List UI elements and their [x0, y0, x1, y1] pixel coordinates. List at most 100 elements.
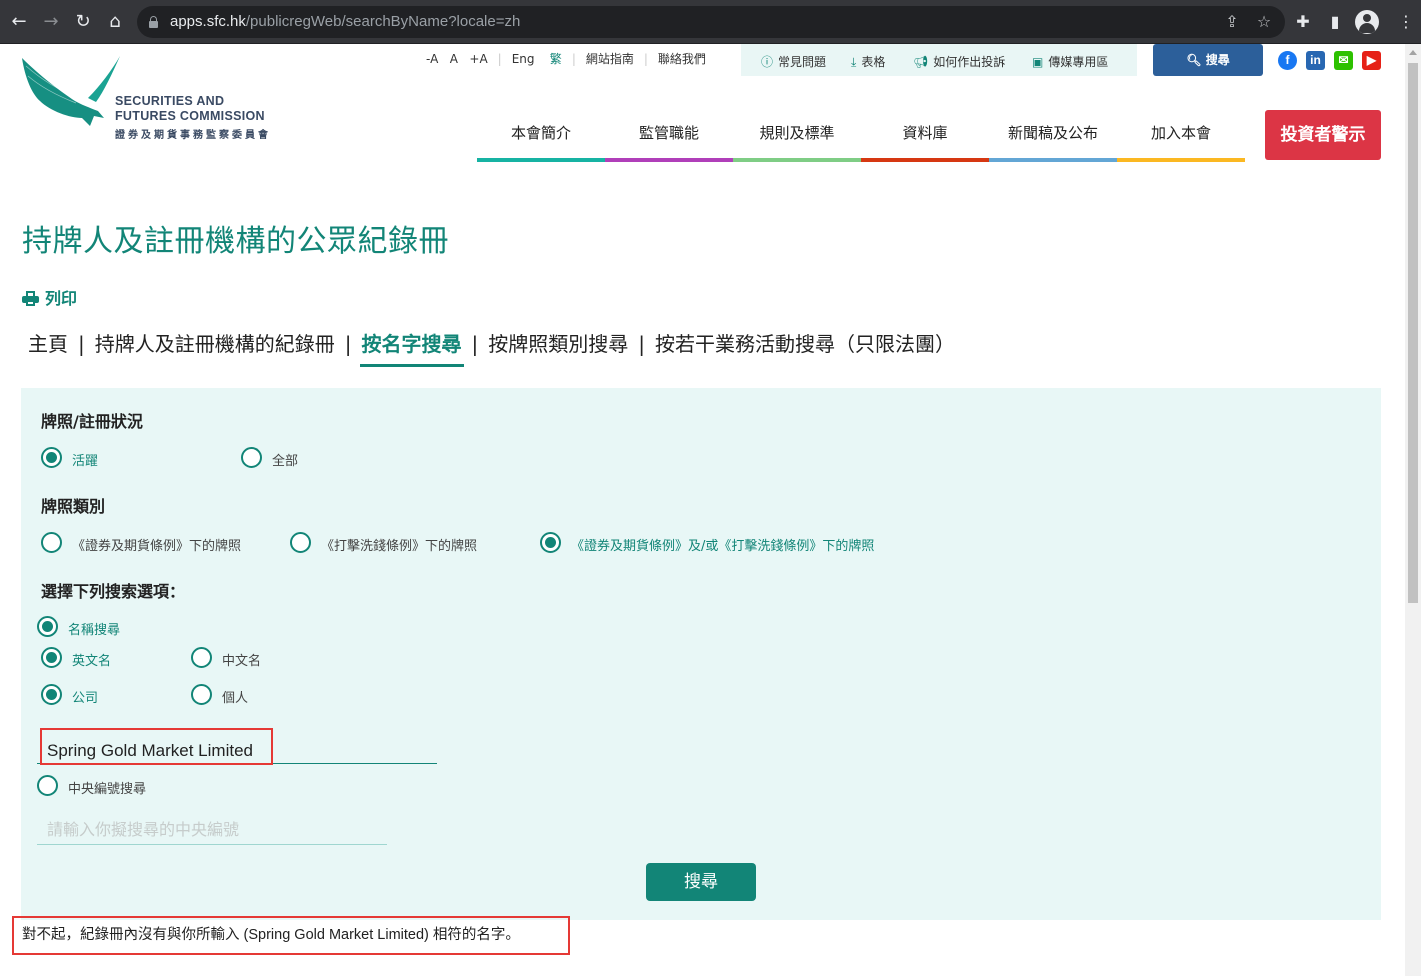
eagle-logo-icon — [22, 56, 120, 126]
ce-number-input[interactable] — [37, 818, 387, 845]
font-decrease-link[interactable]: -A — [426, 52, 438, 66]
nav-color-bar — [733, 158, 861, 162]
logo-line-2: FUTURES COMMISSION — [115, 109, 265, 123]
linkedin-icon[interactable]: in — [1306, 51, 1325, 70]
site-search-label: 搜尋 — [1205, 53, 1230, 67]
radio-unchecked — [41, 532, 62, 553]
name-search-input[interactable] — [37, 738, 437, 764]
side-panel-icon[interactable]: ▮ — [1324, 11, 1346, 33]
complaint-label: 如何作出投訴 — [933, 55, 1006, 69]
nav-color-bar — [477, 158, 605, 162]
utility-links: -A A +A | Eng 繁 | 網站指南 | 聯絡我們 — [426, 50, 706, 67]
radio-label: 公司 — [72, 691, 99, 706]
breadcrumb-search-by-name[interactable]: 按名字搜尋 — [359, 328, 464, 367]
radio-checked — [540, 532, 561, 553]
faq-link[interactable]: ⓘ 常見問題 — [761, 53, 826, 70]
url-host: apps.sfc.hk — [170, 13, 246, 30]
lang-chinese-link[interactable]: 繁 — [550, 52, 562, 66]
logo-line-1: SECURITIES AND — [115, 94, 225, 108]
question-circle-icon: ⓘ — [761, 55, 774, 69]
page-title: 持牌人及註冊機構的公眾紀錄冊 — [22, 224, 449, 259]
image-icon: ▣ — [1032, 55, 1044, 69]
nav-news[interactable]: 新聞稿及公布 — [989, 108, 1117, 162]
page-scrollbar[interactable] — [1405, 44, 1421, 976]
radio-checked — [41, 684, 62, 705]
breadcrumb-search-by-activity[interactable]: 按若干業務活動搜尋（只限法團） — [655, 332, 955, 356]
bookmark-star-icon[interactable]: ☆ — [1254, 12, 1274, 32]
radio-checked — [41, 647, 62, 668]
youtube-icon[interactable]: ▶ — [1362, 51, 1381, 70]
breadcrumb-search-by-licence[interactable]: 按牌照類別搜尋 — [488, 332, 628, 356]
media-label: 傳媒專用區 — [1048, 55, 1109, 69]
reload-icon[interactable]: ↻ — [72, 11, 94, 33]
nav-news-label: 新聞稿及公布 — [1007, 124, 1098, 142]
radio-unchecked — [191, 684, 212, 705]
forms-link[interactable]: ⤓ 表格 — [851, 53, 885, 70]
browser-menu-icon[interactable]: ⋮ — [1395, 11, 1417, 33]
logo-english-name: SECURITIES AND FUTURES COMMISSION — [115, 94, 265, 124]
media-link[interactable]: ▣ 傳媒專用區 — [1032, 53, 1108, 70]
faq-label: 常見問題 — [778, 55, 827, 69]
radio-checked — [37, 616, 58, 637]
scroll-thumb[interactable] — [1408, 63, 1418, 603]
font-increase-link[interactable]: +A — [469, 52, 487, 66]
printer-icon — [22, 291, 39, 306]
nav-database[interactable]: 資料庫 — [861, 108, 989, 162]
url-text[interactable]: apps.sfc.hk/publicregWeb/searchByName?lo… — [170, 13, 520, 30]
radio-label: 《打擊洗錢條例》下的牌照 — [321, 539, 478, 554]
forms-label: 表格 — [861, 55, 886, 69]
complaint-link[interactable]: 📢︎ 如何作出投訴 — [913, 53, 1005, 70]
radio-unchecked — [191, 647, 212, 668]
radio-label: 個人 — [222, 691, 249, 706]
search-icon: 🔍︎ — [1186, 53, 1206, 67]
radio-label: 英文名 — [72, 654, 112, 669]
share-icon[interactable]: ⇪ — [1222, 12, 1242, 32]
home-icon[interactable]: ⌂ — [104, 11, 126, 33]
breadcrumb: 主頁 | 持牌人及註冊機構的紀錄冊 | 按名字搜尋 | 按牌照類別搜尋 | 按若干業務活動搜尋（… — [28, 328, 955, 367]
radio-unchecked — [290, 532, 311, 553]
forward-arrow-icon[interactable]: → — [40, 11, 62, 33]
font-normal-link[interactable]: A — [450, 52, 458, 66]
contact-link[interactable]: 聯絡我們 — [658, 52, 706, 66]
breadcrumb-separator: | — [638, 332, 645, 356]
nav-about-label: 本會簡介 — [510, 124, 571, 142]
sfc-logo[interactable]: SECURITIES AND FUTURES COMMISSION 證券及期貨事… — [20, 56, 290, 146]
nav-color-bar — [989, 158, 1117, 162]
site-search-button[interactable]: 🔍︎ 搜尋 — [1153, 44, 1263, 76]
nav-color-bar — [605, 158, 733, 162]
radio-label: 名稱搜尋 — [68, 623, 121, 638]
facebook-icon[interactable]: f — [1278, 51, 1297, 70]
print-link[interactable]: 列印 — [22, 285, 77, 309]
radio-unchecked — [37, 775, 58, 796]
nav-color-bar — [861, 158, 989, 162]
licence-section-label: 牌照類別 — [41, 497, 106, 516]
download-icon: ⤓ — [851, 55, 857, 69]
profile-avatar-icon[interactable] — [1355, 10, 1379, 34]
radio-label: 《證券及期貨條例》及/或《打擊洗錢條例》下的牌照 — [571, 539, 875, 554]
nav-rules[interactable]: 規則及標準 — [733, 108, 861, 162]
wechat-icon[interactable]: ✉ — [1334, 51, 1353, 70]
nav-careers[interactable]: 加入本會 — [1117, 108, 1245, 162]
status-section-label: 牌照/註冊狀況 — [41, 412, 143, 431]
investor-alert-button[interactable]: 投資者警示 — [1265, 110, 1381, 160]
breadcrumb-home[interactable]: 主頁 — [28, 332, 68, 356]
search-options-label: 選擇下列搜索選項： — [41, 582, 186, 601]
address-bar[interactable]: apps.sfc.hk/publicregWeb/searchByName?lo… — [137, 6, 1285, 38]
search-submit-button[interactable]: 搜尋 — [646, 863, 756, 901]
radio-label: 中文名 — [222, 654, 262, 669]
divider: | — [643, 52, 648, 66]
scroll-up-arrow-icon[interactable] — [1409, 50, 1417, 55]
nav-color-bar — [1117, 158, 1245, 162]
breadcrumb-register[interactable]: 持牌人及註冊機構的紀錄冊 — [95, 332, 335, 356]
main-navigation: 本會簡介 監管職能 規則及標準 資料庫 新聞稿及公布 加入本會 — [477, 108, 1245, 162]
nav-regulatory[interactable]: 監管職能 — [605, 108, 733, 162]
sfc-page: SECURITIES AND FUTURES COMMISSION 證券及期貨事… — [0, 44, 1405, 976]
lang-english-link[interactable]: Eng — [512, 52, 535, 66]
nav-regulatory-label: 監管職能 — [638, 124, 699, 142]
extensions-puzzle-icon[interactable]: ✚ — [1292, 11, 1314, 33]
breadcrumb-separator: | — [78, 332, 85, 356]
nav-about[interactable]: 本會簡介 — [477, 108, 605, 162]
radio-label: 活躍 — [72, 454, 99, 469]
back-arrow-icon[interactable]: ← — [8, 11, 30, 33]
sitemap-link[interactable]: 網站指南 — [586, 52, 634, 66]
